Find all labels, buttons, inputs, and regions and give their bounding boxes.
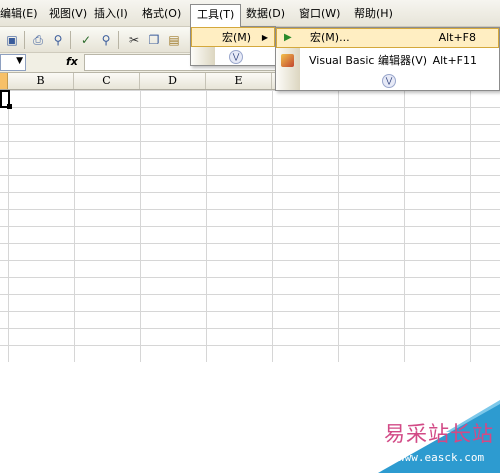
chevron-down-icon[interactable]: ▼ bbox=[16, 56, 23, 66]
menu-bar: 编辑(E) 视图(V) 插入(I) 格式(O) 工具(T) 数据(D) 窗口(W… bbox=[0, 0, 500, 27]
menu-item-label: 宏(M)... bbox=[310, 31, 350, 44]
watermark-url: www.easck.com bbox=[398, 451, 485, 464]
toolbar-separator bbox=[24, 31, 25, 49]
chevron-double-down-icon[interactable]: ⋁ bbox=[382, 74, 396, 88]
shortcut-label: Alt+F11 bbox=[432, 54, 477, 67]
shortcut-label: Alt+F8 bbox=[438, 31, 476, 44]
print-preview-icon[interactable]: ⚲ bbox=[50, 32, 66, 48]
new-icon[interactable]: ▣ bbox=[4, 32, 20, 48]
toolbar-separator bbox=[70, 31, 71, 49]
cut-icon[interactable]: ✂ bbox=[126, 32, 142, 48]
menu-window[interactable]: 窗口(W) bbox=[293, 4, 346, 23]
submenu-arrow-icon: ▶ bbox=[261, 33, 268, 42]
play-icon: ▶ bbox=[284, 32, 292, 43]
menu-format[interactable]: 格式(O) bbox=[136, 4, 187, 23]
menu-insert[interactable]: 插入(I) bbox=[88, 4, 134, 23]
watermark-title: 易采站长站 bbox=[384, 422, 494, 446]
paste-icon[interactable]: ▤ bbox=[166, 32, 182, 48]
column-header-b[interactable]: B bbox=[8, 73, 74, 89]
spelling-icon[interactable]: ✓ bbox=[78, 32, 94, 48]
toolbar-separator bbox=[118, 31, 119, 49]
menu-edit[interactable]: 编辑(E) bbox=[0, 4, 44, 23]
menu-item-macros[interactable]: ▶ 宏(M)... Alt+F8 bbox=[276, 28, 499, 48]
selected-column-header[interactable] bbox=[0, 73, 8, 89]
menu-tools[interactable]: 工具(T) bbox=[190, 4, 242, 27]
column-header-e[interactable]: E bbox=[206, 73, 272, 89]
macro-submenu: ▶ 宏(M)... Alt+F8 Visual Basic 编辑器(V) Alt… bbox=[275, 27, 500, 91]
print-icon[interactable]: ⎙ bbox=[30, 32, 46, 48]
column-header-d[interactable]: D bbox=[140, 73, 206, 89]
menu-data[interactable]: 数据(D) bbox=[240, 4, 291, 23]
menu-item-vb-editor[interactable]: Visual Basic 编辑器(V) Alt+F11 bbox=[276, 50, 499, 72]
research-icon[interactable]: ⚲ bbox=[98, 32, 114, 48]
menu-item-label: 宏(M) bbox=[222, 31, 252, 44]
worksheet-grid[interactable] bbox=[0, 90, 500, 362]
menu-view[interactable]: 视图(V) bbox=[43, 4, 93, 23]
insert-function-icon[interactable]: fx bbox=[66, 55, 78, 68]
name-box[interactable]: ▼ bbox=[0, 54, 26, 71]
menu-item-label: Visual Basic 编辑器(V) bbox=[309, 54, 428, 67]
menu-item-macro[interactable]: 宏(M) ▶ bbox=[191, 27, 275, 47]
column-header-c[interactable]: C bbox=[74, 73, 140, 89]
vb-editor-icon bbox=[281, 54, 294, 67]
tools-menu: 宏(M) ▶ ⋁ bbox=[190, 26, 276, 66]
copy-icon[interactable]: ❐ bbox=[146, 32, 162, 48]
chevron-double-down-icon[interactable]: ⋁ bbox=[229, 50, 243, 64]
fill-handle[interactable] bbox=[7, 104, 12, 109]
menu-help[interactable]: 帮助(H) bbox=[348, 4, 399, 23]
